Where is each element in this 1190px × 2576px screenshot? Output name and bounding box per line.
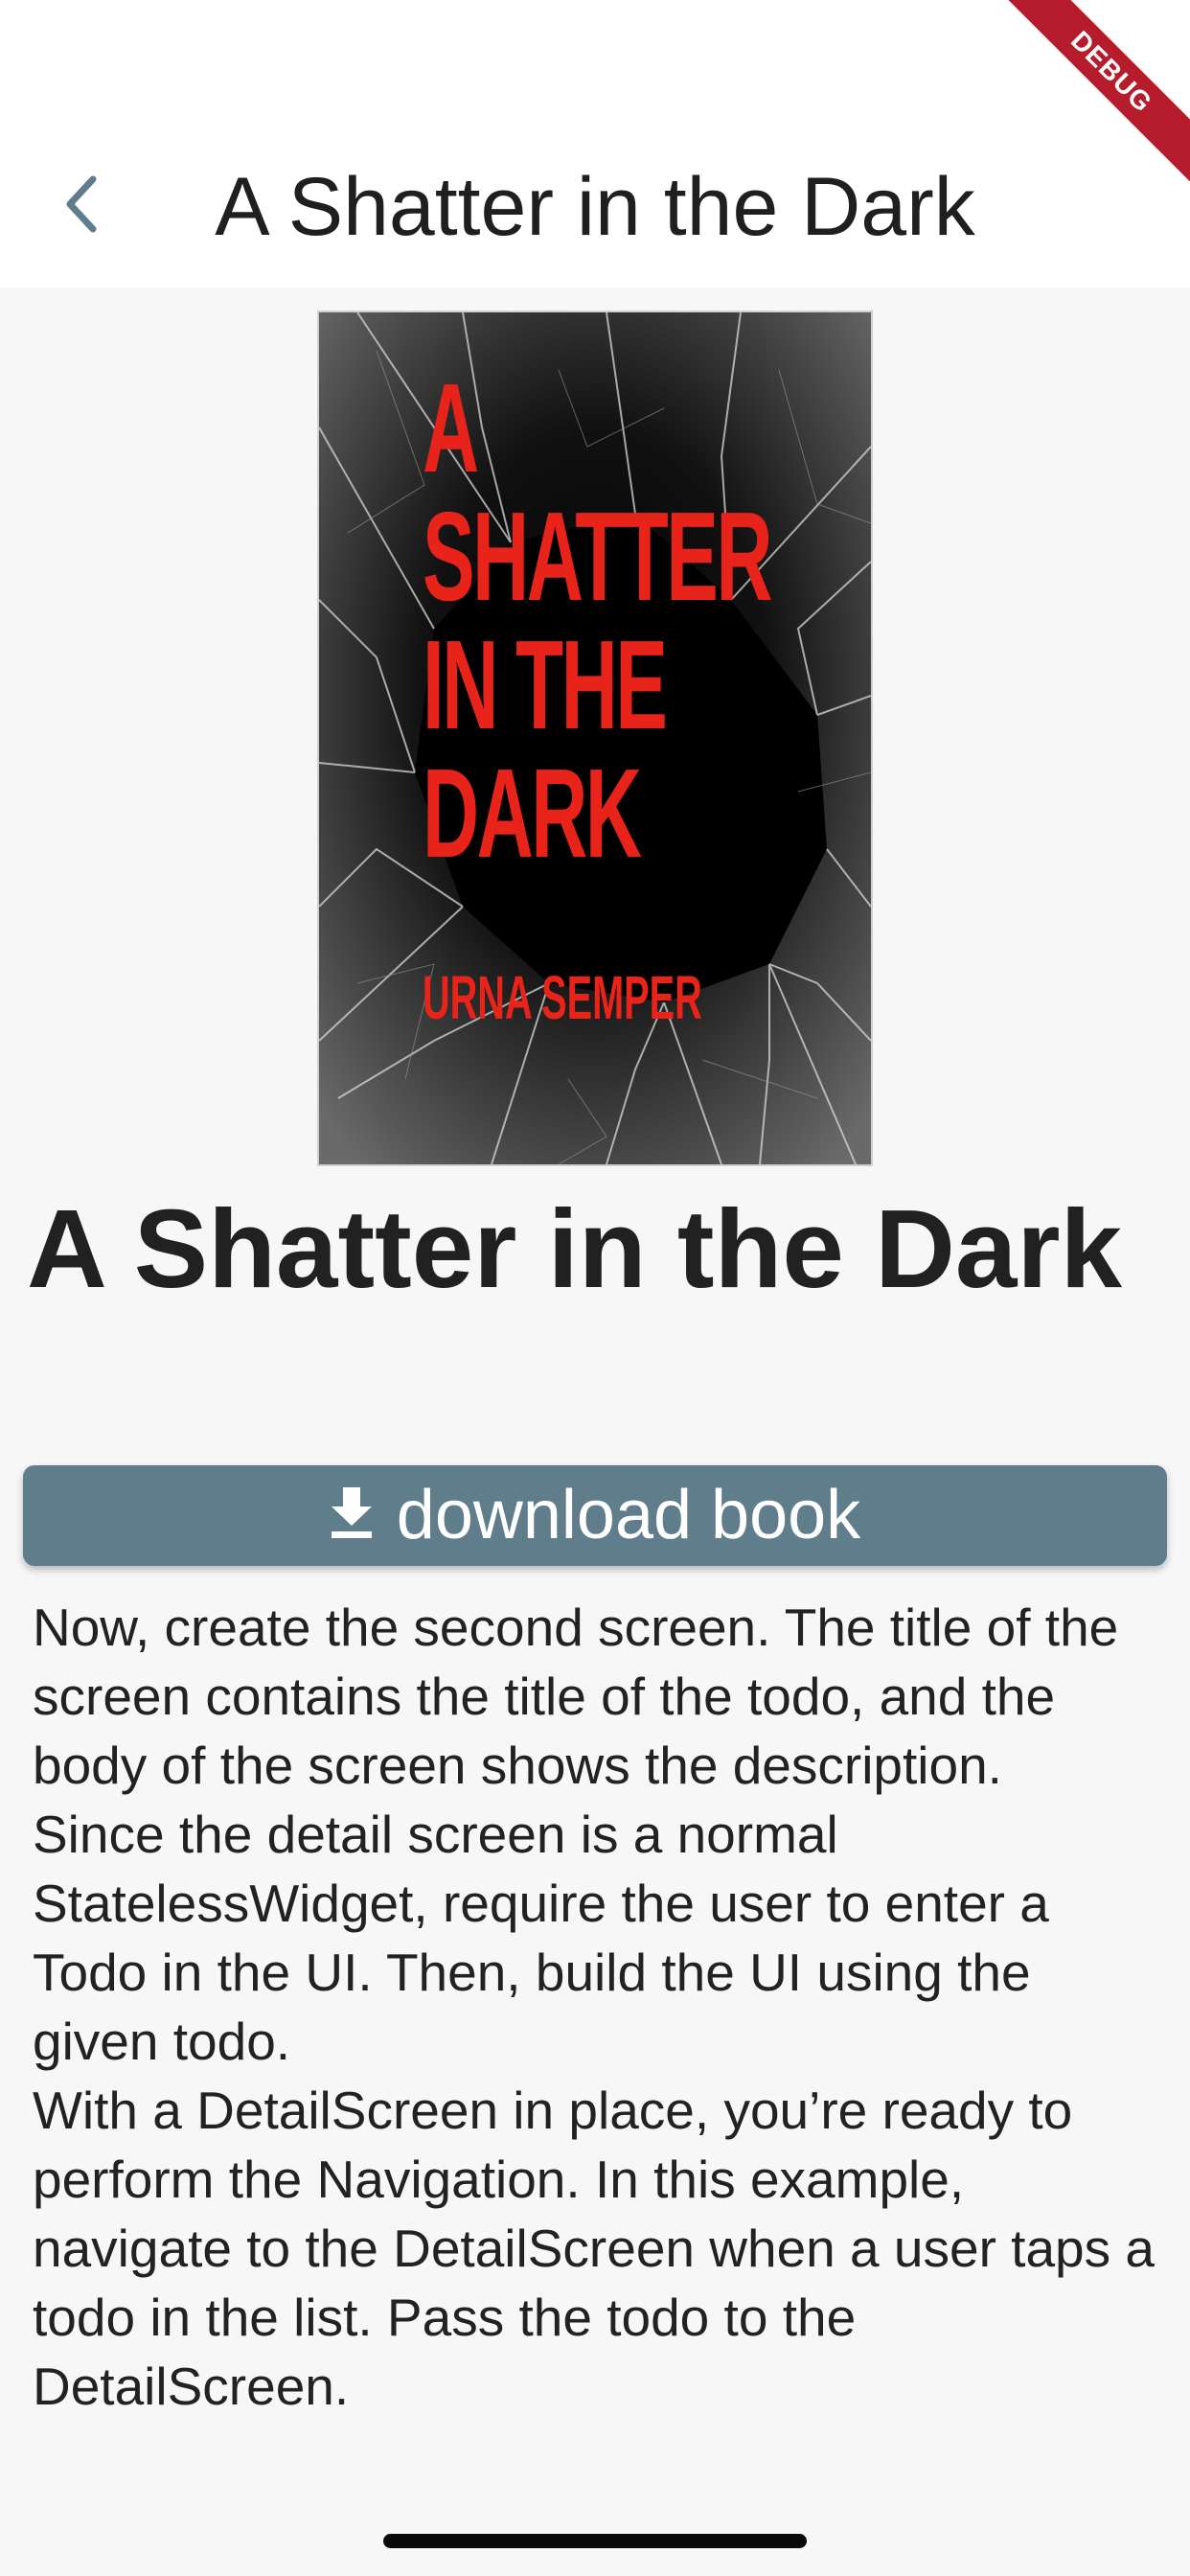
download-book-label: download book: [396, 1477, 861, 1553]
cover-title-line: DARK: [423, 743, 642, 884]
book-description: Now, create the second screen. The title…: [33, 1593, 1163, 2421]
description-paragraph: With a DetailScreen in place, you’re rea…: [33, 2081, 1156, 2416]
description-paragraph: Now, create the second screen. The title…: [33, 1598, 1119, 1795]
book-title: A Shatter in the Dark: [27, 1186, 1123, 1311]
debug-banner: DEBUG: [998, 0, 1190, 192]
cover-author: URNA SEMPER: [423, 963, 702, 1032]
page-title: A Shatter in the Dark: [215, 161, 975, 253]
back-button[interactable]: [38, 163, 125, 249]
book-cover: A SHATTER IN THE DARK URNA SEMPER: [317, 310, 873, 1166]
cover-title-line: SHATTER: [423, 486, 773, 627]
debug-banner-label: DEBUG: [998, 0, 1190, 192]
cover-title-line: A: [423, 357, 479, 498]
download-icon: [330, 1487, 374, 1544]
chevron-left-icon: [62, 173, 101, 240]
cover-title-line: IN THE: [423, 614, 668, 755]
download-book-button[interactable]: download book: [23, 1465, 1167, 1566]
description-paragraph: Since the detail screen is a normal Stat…: [33, 1805, 1049, 2071]
home-indicator[interactable]: [383, 2534, 807, 2548]
